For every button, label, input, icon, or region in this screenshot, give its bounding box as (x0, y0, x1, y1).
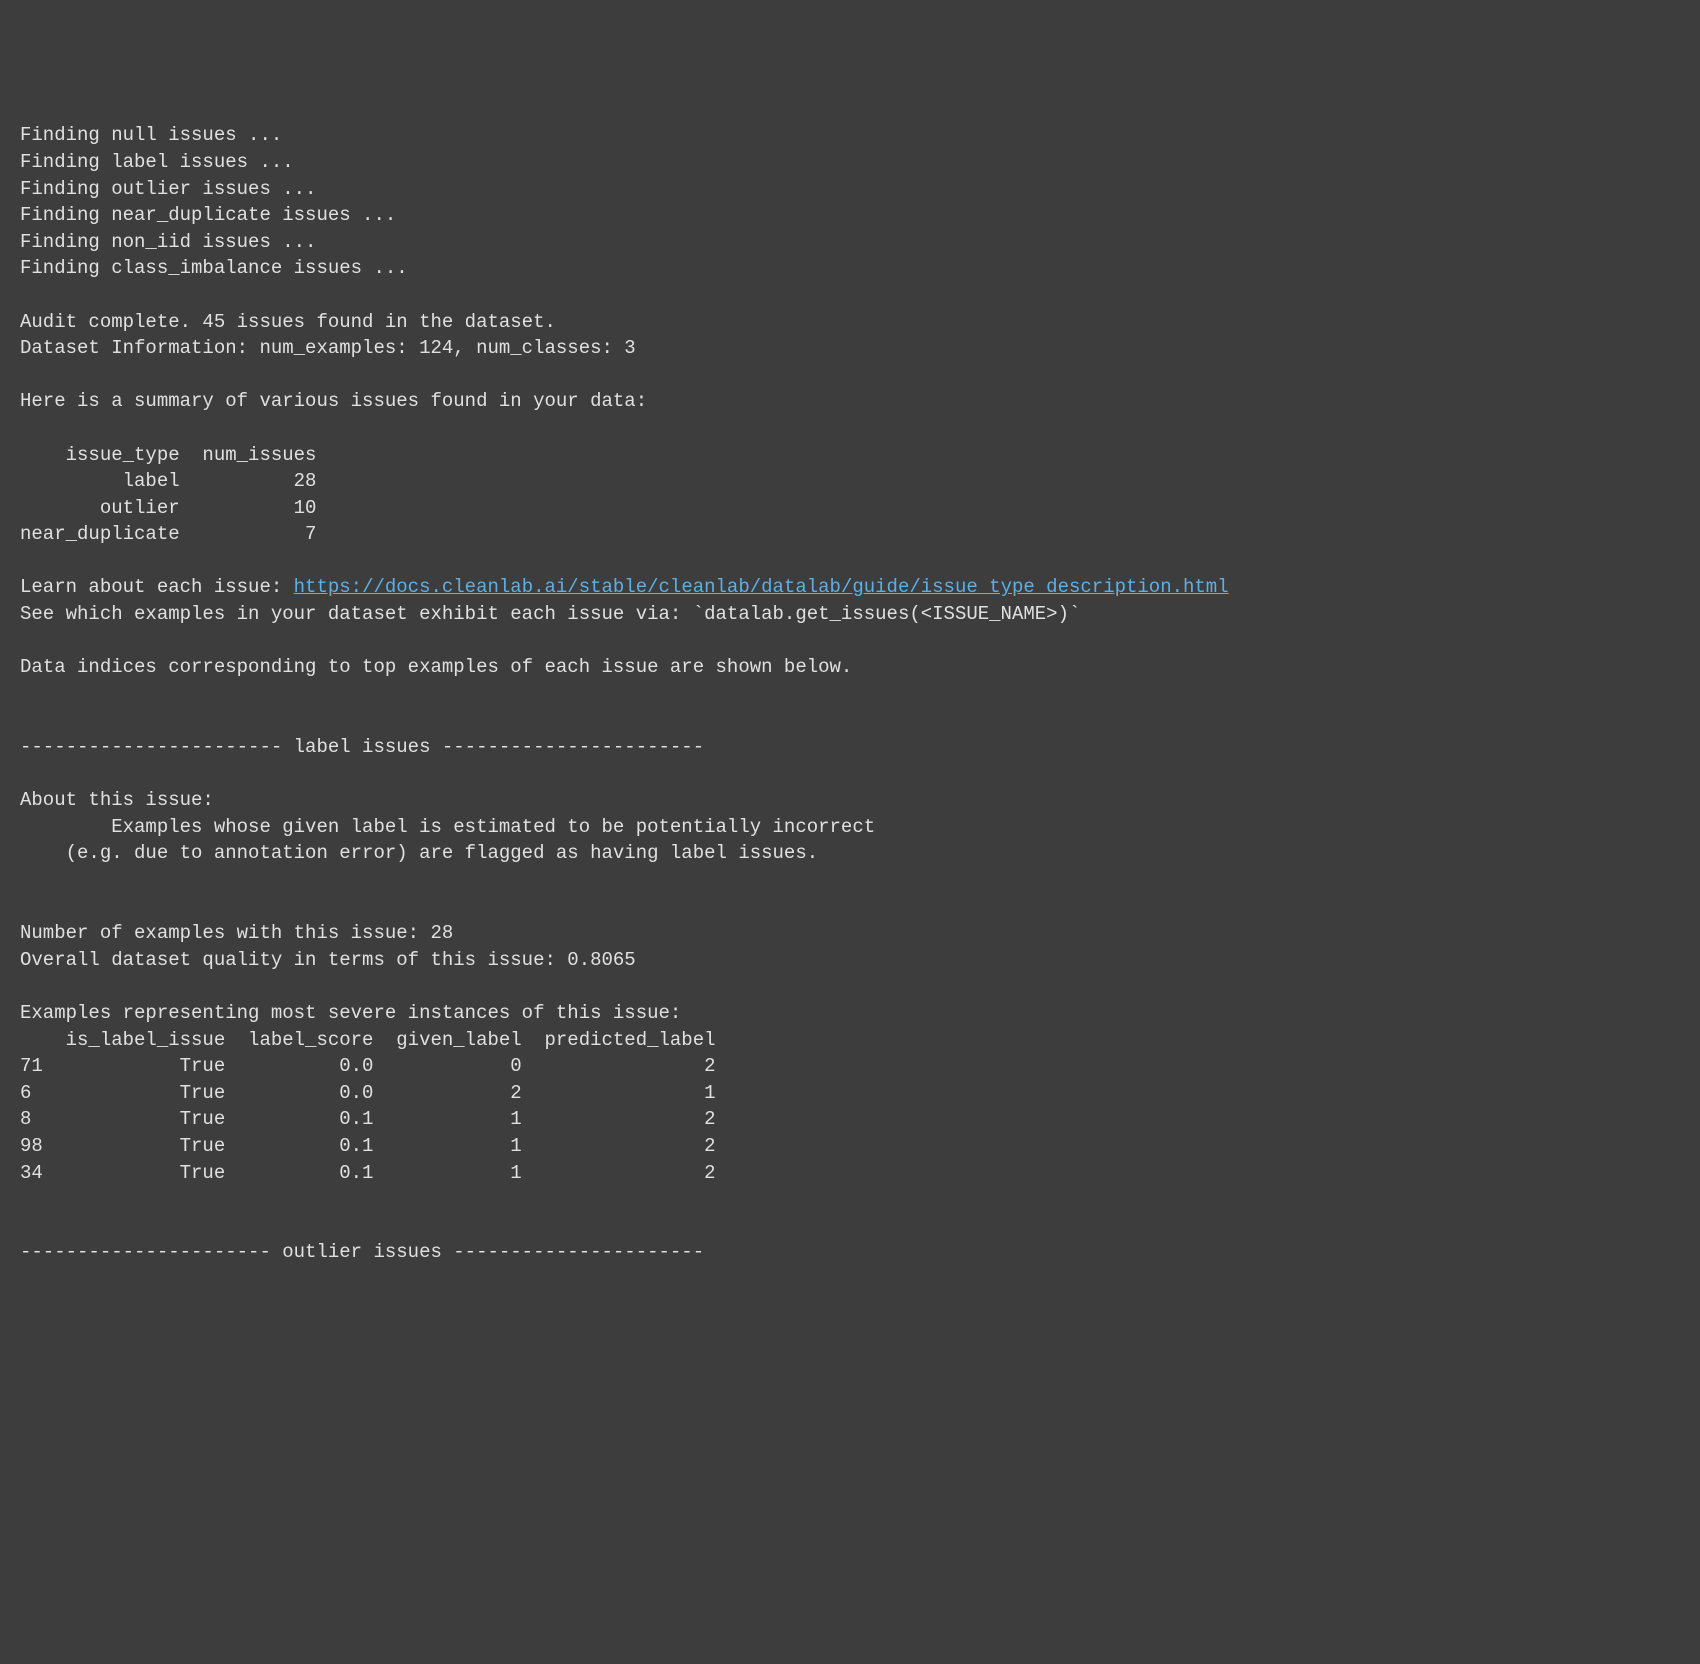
label-table-header: is_label_issue label_score given_label p… (20, 1029, 716, 1051)
label-about-line: Examples whose given label is estimated … (20, 816, 875, 838)
summary-table-row: label 28 (20, 470, 316, 492)
finding-line: Finding non_iid issues ... (20, 231, 316, 253)
see-which-line: See which examples in your dataset exhib… (20, 603, 1080, 625)
terminal-output: Finding null issues ... Finding label is… (0, 106, 1700, 1557)
outlier-section-header: ---------------------- outlier issues --… (20, 1241, 704, 1263)
summary-table-row: near_duplicate 7 (20, 523, 316, 545)
finding-line: Finding class_imbalance issues ... (20, 257, 408, 279)
summary-table-header: issue_type num_issues (20, 444, 316, 466)
label-count-line: Number of examples with this issue: 28 (20, 922, 453, 944)
about-this-issue-label: About this issue: (20, 789, 214, 811)
learn-prefix: Learn about each issue: (20, 576, 294, 598)
finding-line: Finding outlier issues ... (20, 178, 316, 200)
label-quality-line: Overall dataset quality in terms of this… (20, 949, 636, 971)
label-examples-intro: Examples representing most severe instan… (20, 1002, 681, 1024)
learn-line: Learn about each issue: https://docs.cle… (20, 576, 1229, 598)
finding-line: Finding near_duplicate issues ... (20, 204, 396, 226)
label-table-row: 34 True 0.1 1 2 (20, 1162, 716, 1184)
dataset-info-line: Dataset Information: num_examples: 124, … (20, 337, 636, 359)
label-section-header: ----------------------- label issues ---… (20, 736, 704, 758)
label-table-row: 71 True 0.0 0 2 (20, 1055, 716, 1077)
audit-complete-line: Audit complete. 45 issues found in the d… (20, 311, 556, 333)
finding-line: Finding label issues ... (20, 151, 294, 173)
indices-intro-line: Data indices corresponding to top exampl… (20, 656, 852, 678)
label-about-line: (e.g. due to annotation error) are flagg… (20, 842, 818, 864)
docs-link[interactable]: https://docs.cleanlab.ai/stable/cleanlab… (294, 576, 1229, 598)
label-table-row: 98 True 0.1 1 2 (20, 1135, 716, 1157)
label-table-row: 8 True 0.1 1 2 (20, 1108, 716, 1130)
label-table-row: 6 True 0.0 2 1 (20, 1082, 716, 1104)
finding-line: Finding null issues ... (20, 124, 282, 146)
summary-intro-line: Here is a summary of various issues foun… (20, 390, 647, 412)
summary-table-row: outlier 10 (20, 497, 316, 519)
